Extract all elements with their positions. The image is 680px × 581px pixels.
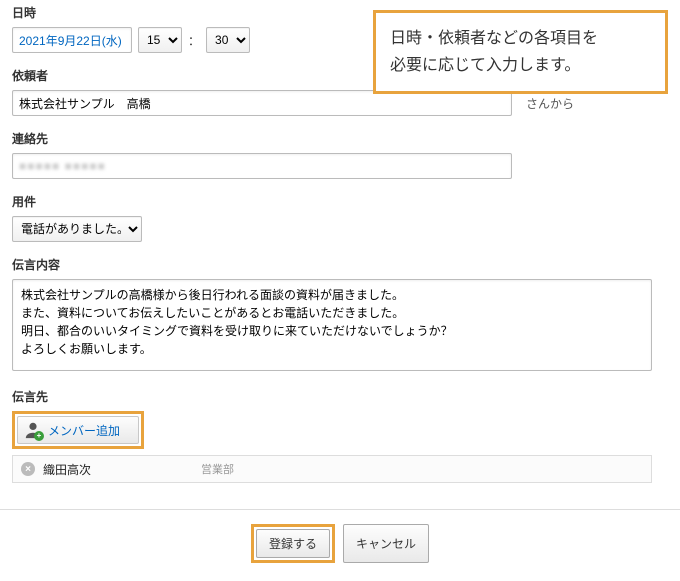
action-bar: 登録する キャンセル [0,509,680,577]
contact-blurred-value: ■■■■■ ■■■■■ [19,159,106,173]
date-value: 2021年9月22日(水) [19,34,122,48]
cancel-button[interactable]: キャンセル [343,524,429,563]
contact-label: 連絡先 [12,130,668,147]
recipient-dept: 営業部 [201,461,234,477]
submit-button[interactable]: 登録する [256,529,330,558]
add-member-button[interactable]: + メンバー追加 [17,416,139,444]
highlight-add-member: + メンバー追加 [12,411,144,449]
purpose-label: 用件 [12,193,668,210]
recipient-name: 織田高次 [43,461,193,478]
recipients-label: 伝言先 [12,388,668,405]
purpose-select[interactable]: 電話がありました。 [12,216,142,242]
annotation-callout: 日時・依頼者などの各項目を 必要に応じて入力します。 [373,10,668,94]
message-textarea[interactable] [12,279,652,371]
purpose-section: 用件 電話がありました。 [12,193,668,242]
requester-suffix: さんから [526,95,574,112]
remove-recipient-icon[interactable]: × [21,462,35,476]
contact-section: 連絡先 ■■■■■ ■■■■■ [12,130,668,179]
hour-select[interactable]: 15 [138,27,182,53]
recipient-row: × 織田高次 営業部 [12,455,652,483]
recipients-section: 伝言先 + メンバー追加 × 織田高次 営業部 [12,388,668,483]
message-label: 伝言内容 [12,256,668,273]
contact-input[interactable]: ■■■■■ ■■■■■ [12,153,512,179]
callout-line2: 必要に応じて入力します。 [390,57,580,74]
message-section: 伝言内容 [12,256,668,374]
time-separator: ： [188,32,200,49]
highlight-submit: 登録する [251,524,335,563]
minute-select[interactable]: 30 [206,27,250,53]
plus-icon: + [34,431,44,441]
date-input[interactable]: 2021年9月22日(水) [12,27,132,53]
person-add-icon: + [24,421,42,439]
callout-line1: 日時・依頼者などの各項目を [390,30,598,47]
add-member-label: メンバー追加 [48,422,120,439]
